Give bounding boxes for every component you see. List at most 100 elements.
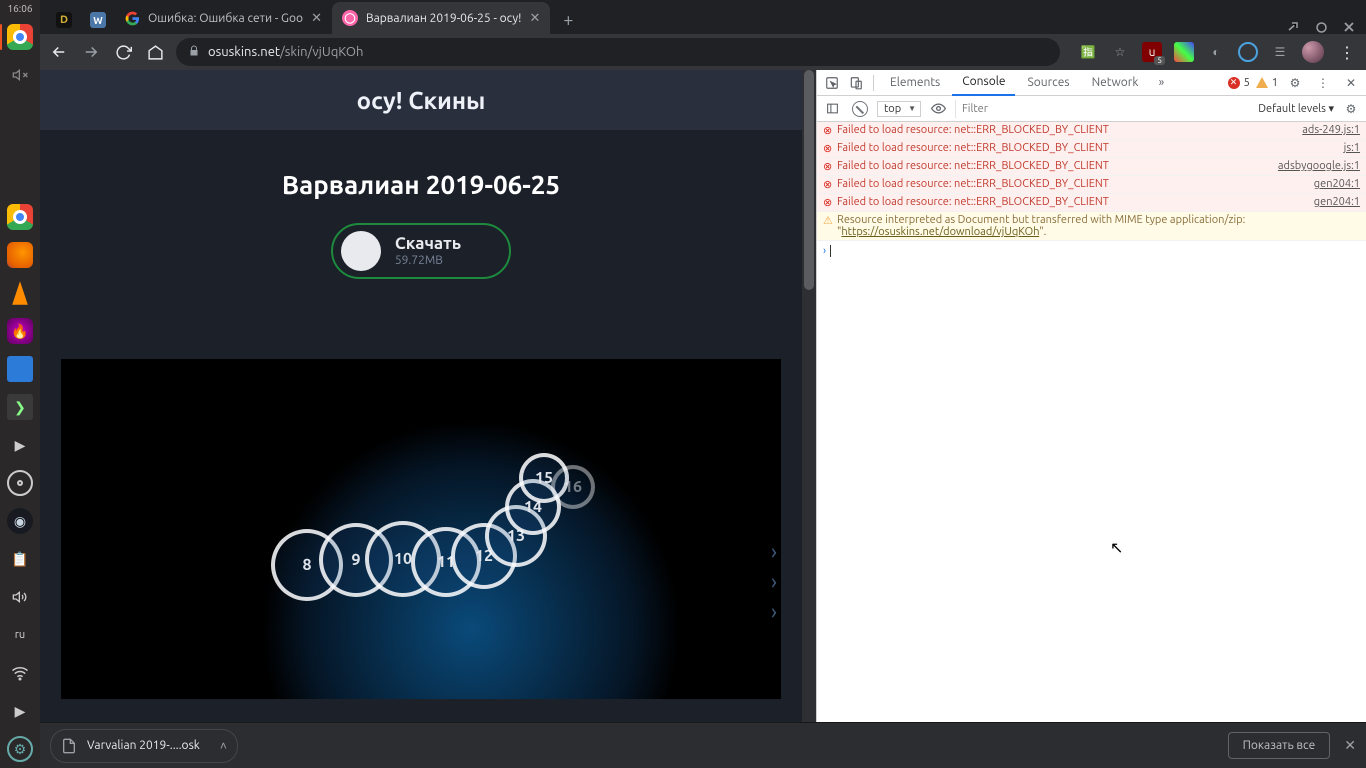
new-tab-button[interactable]: + [554, 6, 582, 34]
ubuntu-dock: 16:06 🔥 ❯ ▶ ◉ 📋 ru ▶ ⚙ [0, 0, 40, 768]
download-item[interactable]: Varvalian 2019-....osk ˄ [50, 729, 238, 763]
console-row[interactable]: ⊗Failed to load resource: net::ERR_BLOCK… [817, 176, 1366, 194]
extension-shield-icon[interactable]: ◐ [1206, 42, 1226, 62]
download-size: 59.72MB [395, 254, 461, 267]
chevron-right-icon[interactable]: › [771, 599, 777, 624]
extension-opera-icon[interactable] [1238, 42, 1258, 62]
warning-count[interactable]: 1 [1256, 77, 1278, 89]
browser-window: D W Ошибка: Ошибка сети - Goo ✕ ◯ Варвал… [40, 0, 1366, 768]
tab-osuskins[interactable]: ◯ Варвалиан 2019-06-25 - осу! ✕ [332, 2, 550, 34]
device-toggle-icon[interactable] [845, 72, 867, 94]
kebab-menu-icon[interactable]: ⋮ [1312, 72, 1334, 94]
site-title: осу! Скины [357, 87, 486, 114]
expand-icon[interactable]: ▶ [7, 698, 33, 724]
file-icon [61, 738, 77, 754]
live-expression-icon[interactable] [927, 98, 949, 120]
tab-sources[interactable]: Sources [1017, 70, 1079, 96]
bookmark-icon[interactable]: ☆ [1110, 42, 1130, 62]
download-filename: Varvalian 2019-....osk [87, 739, 200, 752]
page-content: осу! Скины Варвалиан 2019-06-25 Скачать … [40, 70, 802, 722]
forward-button[interactable] [80, 41, 102, 63]
console-log[interactable]: ⊗Failed to load resource: net::ERR_BLOCK… [817, 122, 1366, 722]
context-select[interactable]: top [877, 101, 921, 117]
skin-title: Варвалиан 2019-06-25 [282, 170, 560, 199]
console-prompt[interactable]: › [817, 241, 1366, 261]
close-icon[interactable]: ✕ [529, 11, 540, 26]
window-maximize-icon[interactable] [1314, 20, 1328, 34]
chevron-right-icon[interactable]: › [771, 539, 777, 564]
dock-app-flame[interactable]: 🔥 [7, 318, 33, 344]
pinned-tab-d[interactable]: D [50, 6, 78, 34]
tab-title: Варвалиан 2019-06-25 - осу! [366, 12, 522, 25]
extension-rainbow-icon[interactable] [1174, 42, 1194, 62]
show-all-downloads-button[interactable]: Показать все [1228, 732, 1331, 759]
window-close-icon[interactable] [1342, 20, 1356, 34]
dock-app-files[interactable] [7, 356, 33, 382]
omnibox-host: osuskins.net/skin/vjUqKOh [208, 45, 363, 59]
volume-icon[interactable] [7, 584, 33, 610]
dock-app-chrome-2[interactable] [7, 204, 33, 230]
back-button[interactable] [48, 41, 70, 63]
skin-preview[interactable]: 8 9 10 11 12 13 14 15 16 › › › [61, 359, 781, 699]
reload-button[interactable] [112, 41, 134, 63]
downloads-shelf: Varvalian 2019-....osk ˄ Показать все ✕ [40, 722, 1366, 768]
devtools-tabbar: Elements Console Sources Network » ✕5 1 … [817, 70, 1366, 96]
lock-icon [188, 45, 200, 60]
close-icon[interactable]: ✕ [1340, 72, 1362, 94]
translate-icon[interactable]: 🈯 [1078, 42, 1098, 62]
reading-list-icon[interactable]: ☰ [1270, 42, 1290, 62]
profile-avatar[interactable] [1302, 41, 1324, 63]
tab-title: Ошибка: Ошибка сети - Goo [148, 12, 303, 25]
mute-icon[interactable] [7, 62, 33, 88]
log-levels-dropdown[interactable]: Default levels ▾ [1258, 102, 1334, 115]
tab-elements[interactable]: Elements [880, 70, 950, 96]
console-row[interactable]: ⊗Failed to load resource: net::ERR_BLOCK… [817, 122, 1366, 140]
sidebar-toggle-icon[interactable] [821, 98, 843, 120]
page-scrollbar[interactable] [802, 70, 816, 722]
download-label: Скачать [395, 235, 461, 254]
kebab-menu-icon[interactable]: ⋮ [1336, 41, 1358, 63]
dock-app-obs[interactable] [7, 470, 33, 496]
console-row[interactable]: ⊗Failed to load resource: net::ERR_BLOCK… [817, 140, 1366, 158]
google-icon [124, 10, 140, 26]
dock-app-firefox[interactable] [7, 242, 33, 268]
download-button[interactable]: Скачать 59.72MB [331, 223, 511, 279]
console-row[interactable]: ⚠Resource interpreted as Document but tr… [817, 212, 1366, 241]
more-tabs-icon[interactable]: » [1150, 72, 1172, 94]
window-minimize-icon[interactable] [1286, 20, 1300, 34]
console-toolbar: top Default levels ▾ ⚙ [817, 96, 1366, 122]
filter-input[interactable] [955, 100, 1252, 118]
dock-app-settings[interactable]: ⚙ [7, 736, 33, 762]
clock: 16:06 [7, 3, 32, 14]
close-icon[interactable]: ✕ [1344, 737, 1356, 754]
console-row[interactable]: ⊗Failed to load resource: net::ERR_BLOCK… [817, 158, 1366, 176]
tab-google-error[interactable]: Ошибка: Ошибка сети - Goo ✕ [114, 2, 332, 34]
clear-console-icon[interactable] [849, 98, 871, 120]
dock-app-clipboard[interactable]: 📋 [7, 546, 33, 572]
download-icon [341, 231, 381, 271]
omnibox[interactable]: osuskins.net/skin/vjUqKOh [176, 38, 1060, 66]
chevron-up-icon[interactable]: ˄ [220, 739, 227, 753]
wifi-icon[interactable] [7, 660, 33, 686]
gear-icon[interactable]: ⚙ [1340, 98, 1362, 120]
console-row[interactable]: ⊗Failed to load resource: net::ERR_BLOCK… [817, 194, 1366, 212]
gear-icon[interactable]: ⚙ [1284, 72, 1306, 94]
chevron-right-icon[interactable]: › [771, 569, 777, 594]
browser-toolbar: osuskins.net/skin/vjUqKOh 🈯 ☆ u ◐ ☰ ⋮ [40, 34, 1366, 70]
dock-app-vlc[interactable] [7, 280, 33, 306]
devtools-panel: Elements Console Sources Network » ✕5 1 … [816, 70, 1366, 722]
bubble: 16 [551, 465, 595, 509]
close-icon[interactable]: ✕ [311, 11, 322, 26]
pinned-tab-vk[interactable]: W [84, 6, 112, 34]
play-icon[interactable]: ▶ [7, 432, 33, 458]
tab-network[interactable]: Network [1082, 70, 1149, 96]
keyboard-layout[interactable]: ru [7, 622, 33, 648]
inspect-icon[interactable] [821, 72, 843, 94]
error-count[interactable]: ✕5 [1228, 77, 1250, 89]
dock-app-terminal[interactable]: ❯ [7, 394, 33, 420]
home-button[interactable] [144, 41, 166, 63]
dock-app-chrome[interactable] [7, 24, 33, 50]
dock-app-steam[interactable]: ◉ [7, 508, 33, 534]
tab-console[interactable]: Console [952, 70, 1015, 96]
ublock-icon[interactable]: u [1142, 42, 1162, 62]
